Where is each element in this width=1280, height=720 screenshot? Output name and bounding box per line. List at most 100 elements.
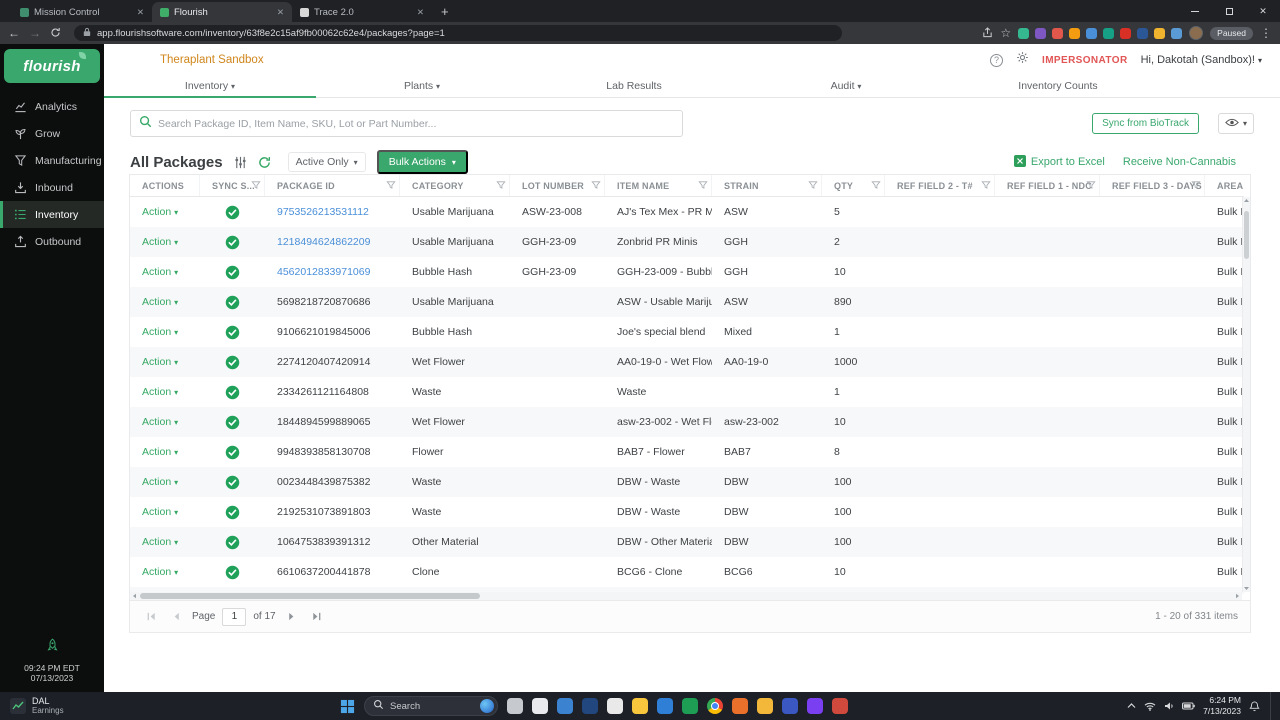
column-filter-icon[interactable]	[251, 180, 261, 190]
tab-audit[interactable]: Audit ▾	[740, 76, 952, 97]
taskbar-app-icon-1[interactable]	[507, 698, 523, 714]
column-header-actions[interactable]: ACTIONS	[130, 175, 200, 196]
previous-page-button[interactable]	[167, 608, 185, 626]
profile-avatar[interactable]	[1189, 26, 1204, 40]
extension-icon[interactable]	[1069, 27, 1081, 39]
search-highlights-icon[interactable]	[480, 699, 494, 713]
scroll-up-icon[interactable]	[1243, 198, 1250, 203]
taskbar-app-icon-6[interactable]	[632, 698, 648, 714]
browser-tab[interactable]: Mission Control ✕	[12, 2, 152, 22]
sidebar-item-manufacturing[interactable]: Manufacturing	[0, 147, 104, 174]
row-action-button[interactable]: Action ▾	[130, 437, 200, 467]
show-desktop-button[interactable]	[1270, 692, 1272, 720]
browser-tab[interactable]: Trace 2.0 ✕	[292, 2, 432, 22]
column-header-ref-field-3[interactable]: REF FIELD 3 - DAYS T...	[1100, 175, 1205, 196]
package-id-cell[interactable]: 4562012833971069	[265, 257, 400, 287]
row-action-button[interactable]: Action ▾	[130, 317, 200, 347]
flourish-logo[interactable]: flourish	[4, 49, 100, 83]
taskbar-clock[interactable]: 6:24 PM 7/13/2023	[1203, 695, 1241, 716]
sidebar-item-inventory[interactable]: Inventory	[0, 201, 104, 228]
taskbar-app-icon-14[interactable]	[832, 698, 848, 714]
column-header-category[interactable]: CATEGORY	[400, 175, 510, 196]
search-input[interactable]	[158, 117, 674, 130]
scroll-left-icon[interactable]	[132, 593, 137, 599]
first-page-button[interactable]	[142, 608, 160, 626]
column-header-package-id[interactable]: PACKAGE ID	[265, 175, 400, 196]
help-icon[interactable]: ?	[990, 53, 1004, 67]
extension-icon[interactable]	[1120, 27, 1132, 39]
sidebar-item-analytics[interactable]: Analytics	[0, 93, 104, 120]
package-search[interactable]	[130, 110, 683, 137]
package-id-cell[interactable]: 9753526213531112	[265, 197, 400, 227]
column-filter-icon[interactable]	[808, 180, 818, 190]
taskbar-app-icon-9[interactable]	[707, 698, 723, 714]
column-header-sync-status[interactable]: SYNC S...	[200, 175, 265, 196]
extension-icon[interactable]	[1018, 27, 1030, 39]
gear-icon[interactable]	[1016, 51, 1029, 69]
export-to-excel-button[interactable]: Export to Excel	[1013, 154, 1105, 170]
taskbar-app-icon-10[interactable]	[732, 698, 748, 714]
extension-icon[interactable]	[1171, 27, 1183, 39]
window-minimize-button[interactable]	[1178, 0, 1212, 22]
user-menu[interactable]: Hi, Dakotah (Sandbox)! ▾	[1141, 54, 1262, 66]
taskbar-app-icon-5[interactable]	[607, 698, 623, 714]
scroll-right-icon[interactable]	[1235, 593, 1240, 599]
row-action-button[interactable]: Action ▾	[130, 557, 200, 587]
browser-tab[interactable]: Flourish ✕	[152, 2, 292, 22]
extension-icon[interactable]	[1052, 27, 1064, 39]
wifi-icon[interactable]	[1144, 702, 1156, 711]
extension-icon[interactable]	[1086, 27, 1098, 39]
tab-close-icon[interactable]: ✕	[277, 7, 284, 18]
horizontal-scrollbar[interactable]	[130, 592, 1242, 600]
refresh-icon[interactable]	[258, 156, 271, 169]
column-header-qty[interactable]: QTY	[822, 175, 885, 196]
row-action-button[interactable]: Action ▾	[130, 407, 200, 437]
vertical-scroll-thumb[interactable]	[1244, 211, 1249, 259]
share-icon[interactable]	[982, 26, 993, 40]
speaker-icon[interactable]	[1164, 701, 1174, 711]
notifications-bell-icon[interactable]	[1249, 700, 1260, 712]
taskbar-app-icon-8[interactable]	[682, 698, 698, 714]
extension-icon[interactable]	[1103, 27, 1115, 39]
tab-close-icon[interactable]: ✕	[137, 7, 144, 18]
row-action-button[interactable]: Action ▾	[130, 287, 200, 317]
column-header-ref-field-2[interactable]: REF FIELD 2 - T#	[885, 175, 995, 196]
column-settings-icon[interactable]	[234, 156, 247, 169]
column-filter-icon[interactable]	[698, 180, 708, 190]
row-action-button[interactable]: Action ▾	[130, 527, 200, 557]
column-filter-icon[interactable]	[386, 180, 396, 190]
row-action-button[interactable]: Action ▾	[130, 227, 200, 257]
widgets-button[interactable]: DAL Earnings	[0, 692, 74, 720]
new-tab-button[interactable]: +	[441, 4, 449, 19]
page-number-input[interactable]	[222, 607, 247, 626]
row-action-button[interactable]: Action ▾	[130, 197, 200, 227]
taskbar-app-icon-4[interactable]	[582, 698, 598, 714]
back-icon[interactable]: ←	[8, 27, 20, 39]
row-action-button[interactable]: Action ▾	[130, 257, 200, 287]
window-close-button[interactable]: ✕	[1246, 0, 1280, 22]
next-page-button[interactable]	[283, 608, 301, 626]
taskbar-search[interactable]: Search	[364, 696, 498, 716]
scroll-down-icon[interactable]	[1243, 586, 1250, 591]
row-action-button[interactable]: Action ▾	[130, 467, 200, 497]
status-filter-dropdown[interactable]: Active Only ▾	[287, 152, 366, 172]
taskbar-app-icon-11[interactable]	[757, 698, 773, 714]
row-action-button[interactable]: Action ▾	[130, 497, 200, 527]
horizontal-scroll-thumb[interactable]	[140, 593, 480, 599]
column-header-area[interactable]: AREA	[1205, 175, 1244, 196]
taskbar-app-icon-13[interactable]	[807, 698, 823, 714]
column-filter-icon[interactable]	[871, 180, 881, 190]
bookmark-star-icon[interactable]: ☆	[1000, 27, 1011, 39]
extension-icon[interactable]	[1137, 27, 1149, 39]
column-header-lot-number[interactable]: LOT NUMBER	[510, 175, 605, 196]
last-page-button[interactable]	[308, 608, 326, 626]
column-header-strain[interactable]: STRAIN	[712, 175, 822, 196]
column-filter-icon[interactable]	[591, 180, 601, 190]
taskbar-app-icon-3[interactable]	[557, 698, 573, 714]
package-id-cell[interactable]: 1218494624862209	[265, 227, 400, 257]
column-visibility-control[interactable]: ▾	[1217, 113, 1254, 134]
browser-menu-icon[interactable]: ⋮	[1260, 27, 1272, 39]
bulk-actions-button[interactable]: Bulk Actions ▾	[376, 150, 468, 174]
tab-lab-results[interactable]: Lab Results ▾	[528, 76, 740, 97]
sidebar-item-outbound[interactable]: Outbound	[0, 228, 104, 255]
